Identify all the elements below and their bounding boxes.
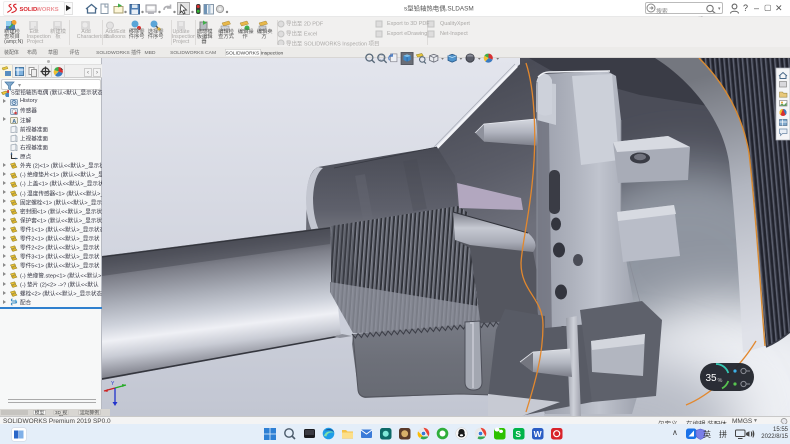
svg-text:WORKS: WORKS — [36, 7, 58, 13]
svg-text:W: W — [534, 429, 543, 439]
svg-text:35: 35 — [706, 373, 718, 384]
svg-text:A: A — [12, 119, 16, 124]
svg-text:%: % — [718, 378, 723, 384]
svg-text:SOLID: SOLID — [19, 7, 37, 13]
svg-text:S: S — [515, 429, 521, 439]
